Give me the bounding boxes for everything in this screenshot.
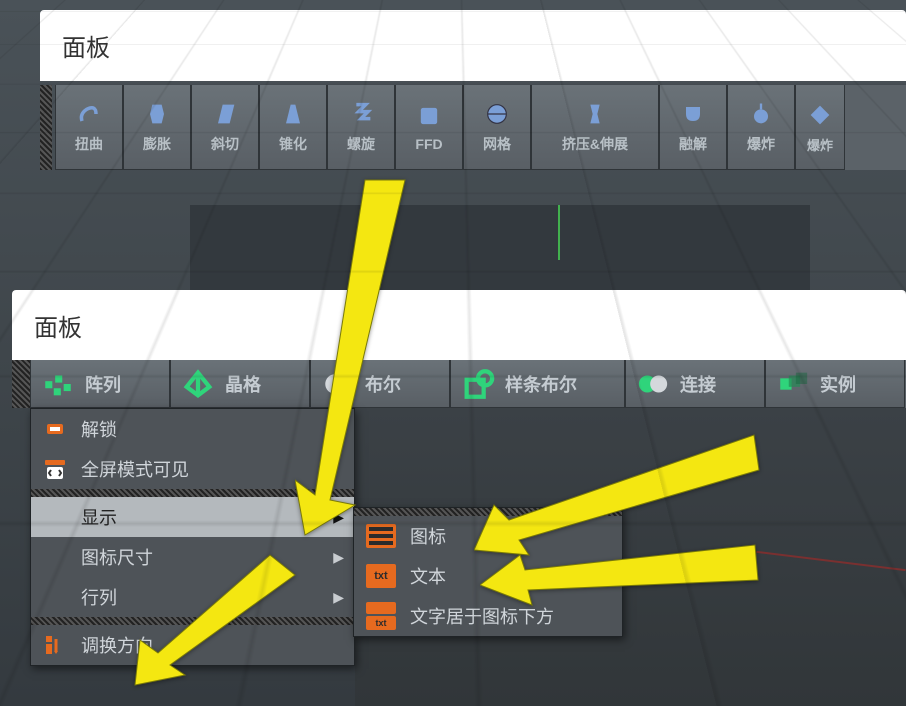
tool-splineboole[interactable]: 样条布尔	[450, 360, 625, 408]
melt-icon	[679, 100, 707, 128]
explodefz-icon	[806, 101, 834, 129]
transpose-icon	[41, 631, 69, 659]
tool-spiral[interactable]: 螺旋	[327, 85, 395, 170]
menu-label: 全屏模式可见	[81, 456, 189, 482]
ffd-icon	[415, 102, 443, 130]
submenu-label: 图标	[410, 523, 446, 549]
tool-taper[interactable]: 锥化	[259, 85, 327, 170]
axis-y-indicator	[558, 205, 560, 260]
submenu-arrow-icon: ▶	[333, 589, 344, 606]
tool-bulge[interactable]: 膨胀	[123, 85, 191, 170]
instance-icon	[776, 367, 810, 401]
arrow-annotation	[480, 540, 760, 610]
unlock-icon	[41, 415, 69, 443]
tool-ffd[interactable]: FFD	[395, 85, 463, 170]
panel-header: 面板	[40, 10, 906, 81]
lattice-icon	[181, 367, 215, 401]
panel2-drag-handle[interactable]	[12, 360, 30, 408]
text-mode-icon: txt	[366, 564, 396, 588]
text-below-icon: txt	[366, 600, 396, 632]
arrow-annotation	[130, 550, 300, 690]
tool-squash[interactable]: 挤压&伸展	[531, 85, 659, 170]
bulge-icon	[143, 100, 171, 128]
panel-header-2: 面板	[12, 290, 906, 361]
fullscreen-icon	[41, 455, 69, 483]
array-icon	[41, 367, 75, 401]
spiral-icon	[347, 100, 375, 128]
tool-mesh[interactable]: 网格	[463, 85, 531, 170]
tool-twist[interactable]: 扭曲	[55, 85, 123, 170]
squash-icon	[581, 100, 609, 128]
panel-title: 面板	[62, 35, 110, 62]
tool-melt[interactable]: 融解	[659, 85, 727, 170]
splineboole-icon	[461, 367, 495, 401]
twist-icon	[75, 100, 103, 128]
tool-shear[interactable]: 斜切	[191, 85, 259, 170]
submenu-arrow-icon: ▶	[333, 549, 344, 566]
shear-icon	[211, 100, 239, 128]
connect-icon	[636, 367, 670, 401]
tool-lattice[interactable]: 晶格	[170, 360, 310, 408]
panel-drag-handle[interactable]	[40, 85, 52, 170]
viewport-object	[190, 205, 810, 290]
mesh-icon	[483, 100, 511, 128]
menu-label: 行列	[81, 584, 117, 610]
tool-explodefz[interactable]: 爆炸	[795, 85, 845, 170]
menu-label: 显示	[81, 504, 117, 530]
panel-title-2: 面板	[34, 315, 82, 342]
tool-array[interactable]: 阵列	[30, 360, 170, 408]
tool-instance[interactable]: 实例	[765, 360, 905, 408]
menu-label: 解锁	[81, 416, 117, 442]
tool-explode[interactable]: 爆炸	[727, 85, 795, 170]
tool-connect[interactable]: 连接	[625, 360, 765, 408]
arrow-annotation	[295, 170, 415, 540]
explode-icon	[747, 100, 775, 128]
submenu-label: 文本	[410, 563, 446, 589]
deformer-toolbar: 扭曲 膨胀 斜切 锥化 螺旋 FFD 网格	[55, 85, 906, 170]
modeling-toolbar: 阵列 晶格 布尔 样条布尔 连接 实例	[30, 360, 906, 408]
taper-icon	[279, 100, 307, 128]
